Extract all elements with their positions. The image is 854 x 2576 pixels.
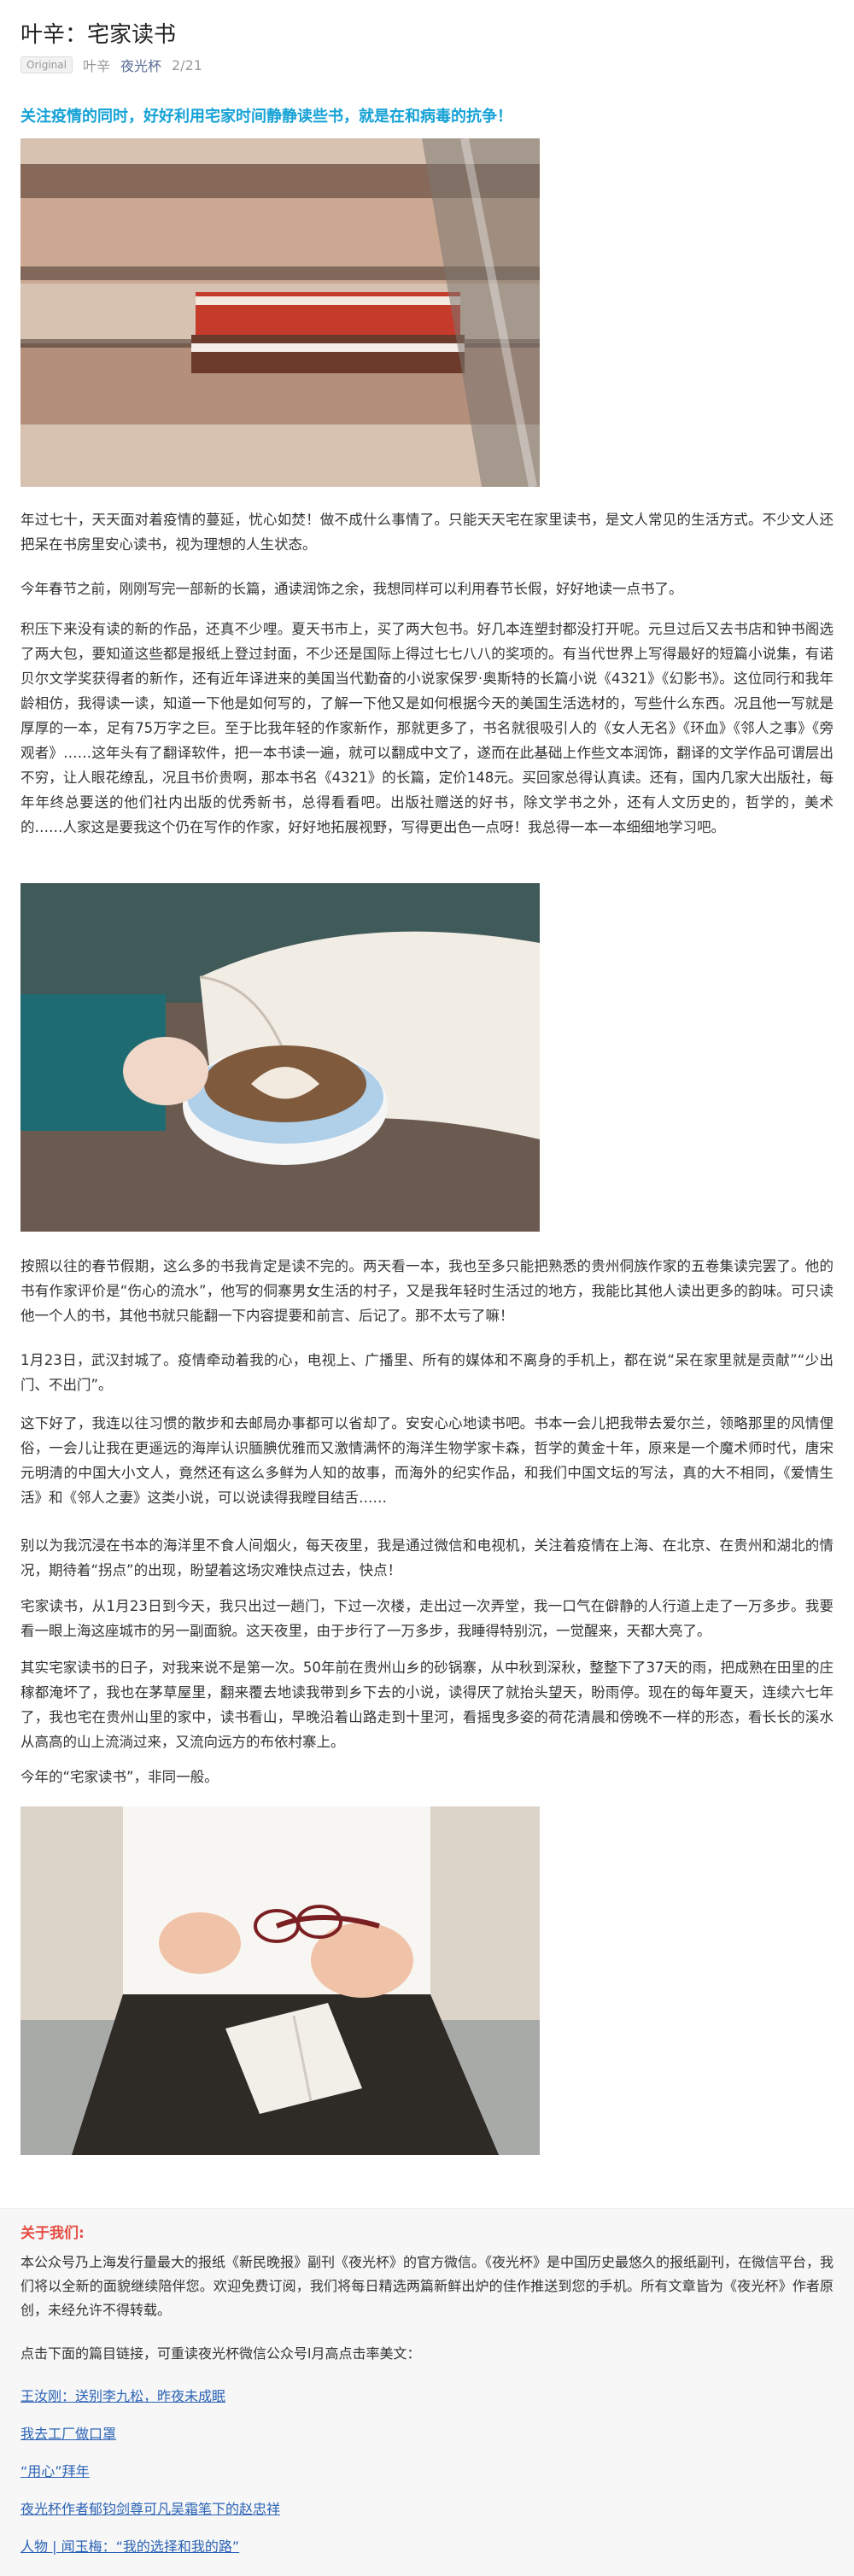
paragraph-1: 年过七十，天天面对着疫情的蔓延，忧心如焚！做不成什么事情了。只能天天宅在家里读书… <box>20 512 834 553</box>
article-intro: 关注疫情的同时，好好利用宅家时间静静读些书，就是在和病毒的抗争！ <box>20 108 512 126</box>
account-link[interactable]: 夜光杯 <box>120 55 161 75</box>
article-link-4[interactable]: 夜光杯作者郁钧剑尊可凡吴霜笔下的赵忠祥 <box>20 2497 280 2518</box>
books-on-stairs-illustration <box>20 138 540 487</box>
article-meta: Original 叶辛 夜光杯 2/21 <box>20 55 202 75</box>
reading-person-illustration <box>20 1806 540 2155</box>
article-link-3[interactable]: “用心”拜年 <box>20 2460 90 2480</box>
paragraph-9: 其实宅家读书的日子，对我来说不是第一次。50年前在贵州山乡的砂锅寨，从中秋到深秋… <box>20 1660 834 1750</box>
paragraph-5: 1月23日，武汉封城了。疫情牵动着我的心，电视上、广播里、所有的媒体和不离身的手… <box>20 1352 834 1393</box>
coffee-and-book-image <box>20 883 540 1232</box>
author-name: 叶辛 <box>82 58 110 74</box>
original-badge: Original <box>20 56 73 73</box>
article-page: 叶辛：宅家读书 Original 叶辛 夜光杯 2/21 关注疫情的同时，好好利… <box>0 0 854 2576</box>
article-link-1[interactable]: 王汝刚：送别李九松，昨夜未成眠 <box>20 2385 225 2405</box>
publish-date: 2/21 <box>172 56 202 73</box>
paragraph-8: 宅家读书，从1月23日到今天，我只出过一趟门，下过一次楼，走出过一次弄堂，我一口… <box>20 1598 834 1639</box>
paragraph-7: 别以为我沉浸在书本的海洋里不食人间烟火，每天夜里，我是通过微信和电视机，关注着疫… <box>20 1537 834 1578</box>
reading-person-image <box>20 1806 540 2155</box>
paragraph-4: 按照以往的春节假期，这么多的书我肯定是读不完的。两天看一本，我也至多只能把熟悉的… <box>20 1258 834 1324</box>
paragraph-6: 这下好了，我连以往习惯的散步和去邮局办事都可以省却了。安安心心地读书吧。书本一会… <box>20 1415 834 1506</box>
books-on-stairs-image <box>20 138 540 487</box>
article-title: 叶辛：宅家读书 <box>20 22 177 48</box>
paragraph-3: 积压下来没有读的新的作品，还真不少哩。夏天书市上，买了两大包书。好几本连塑封都没… <box>20 621 834 835</box>
about-us-title: 关于我们: <box>20 2225 85 2242</box>
links-intro: 点击下面的篇目链接，可重读夜光杯微信公众号l月高点击率美文： <box>20 2345 421 2362</box>
paragraph-10: 今年的“宅家读书”，非同一般。 <box>20 1769 219 1785</box>
paragraph-2: 今年春节之前，刚刚写完一部新的长篇，通读润饰之余，我想同样可以利用春节长假，好好… <box>20 581 683 597</box>
article-link-5[interactable]: 人物 | 闻玉梅：“我的选择和我的路” <box>20 2535 239 2556</box>
coffee-and-book-illustration <box>20 883 540 1232</box>
article-link-2[interactable]: 我去工厂做口罩 <box>20 2422 116 2443</box>
about-us-text: 本公众号乃上海发行量最大的报纸《新民晚报》副刊《夜光杯》的官方微信。《夜光杯》是… <box>20 2254 834 2318</box>
